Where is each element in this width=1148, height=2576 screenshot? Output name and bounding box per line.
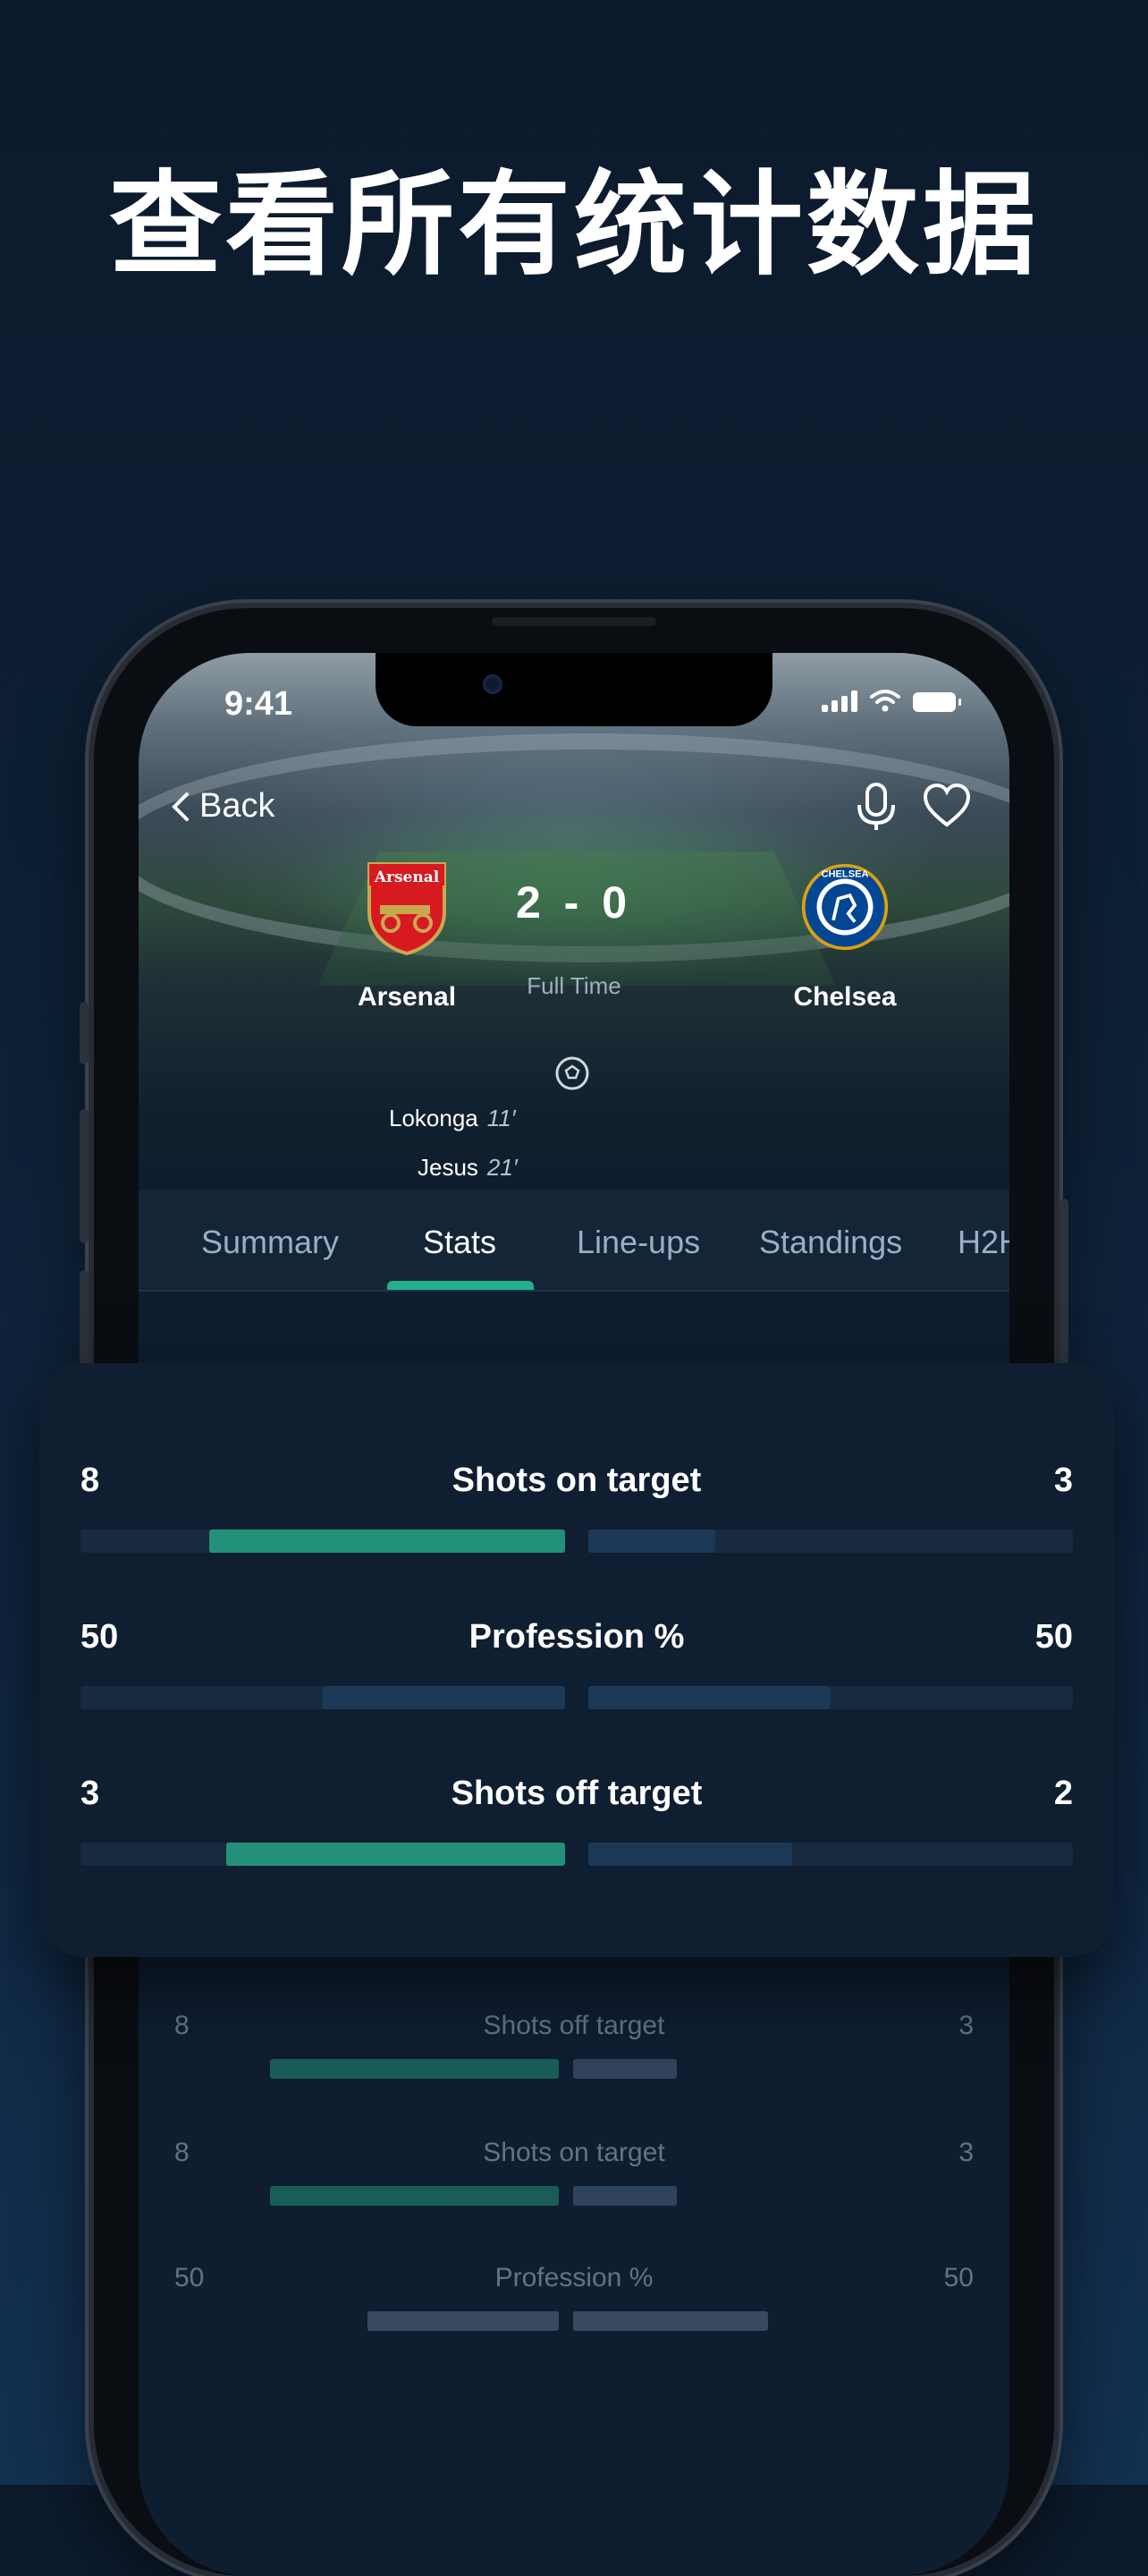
stat-label: Profession %: [468, 1618, 685, 1656]
tab-summary[interactable]: Summary: [201, 1224, 339, 1261]
stat-row: 50 Profession % 50: [80, 1618, 1073, 1743]
away-stat-bar: [573, 2059, 677, 2079]
tab-h2h[interactable]: H2H: [958, 1224, 1009, 1261]
away-crest-text: CHELSEA: [821, 869, 868, 880]
microphone-icon[interactable]: [854, 782, 899, 832]
match-status: Full Time: [527, 972, 621, 999]
battery-icon: [913, 692, 961, 712]
away-stat-bar: [588, 1686, 831, 1709]
chelsea-crest-icon: CHELSEA: [801, 863, 889, 951]
goal-scorer: Jesus: [418, 1154, 478, 1181]
top-nav: Back: [139, 783, 1009, 841]
earpiece-speaker: [492, 617, 656, 626]
active-tab-indicator: [387, 1281, 534, 1290]
football-icon: [555, 1056, 589, 1090]
back-button[interactable]: Back: [171, 787, 274, 826]
tab-standings[interactable]: Standings: [759, 1224, 902, 1261]
home-stat-bar: [226, 1843, 565, 1866]
home-stat-bar: [270, 2186, 559, 2206]
stat-label: Profession %: [494, 2263, 654, 2292]
home-team[interactable]: Arsenal Arsenal: [317, 859, 496, 1013]
stat-label: Shots on target: [452, 1462, 702, 1499]
stat-label: Shots off target: [451, 1775, 703, 1812]
stat-away-value: 2: [1053, 1775, 1073, 1812]
stat-away-value: 50: [943, 2263, 974, 2292]
match-score: 2 - 0: [515, 877, 633, 928]
away-team-name: Chelsea: [793, 982, 897, 1012]
back-label: Back: [199, 787, 275, 825]
stat-away-value: 3: [958, 2011, 974, 2040]
stat-row: 3 Shots off target 2: [80, 1775, 1073, 1900]
stats-card: 8 Shots on target 3 50 Profession % 50 3…: [39, 1363, 1114, 1957]
goal-scorer: Lokonga: [389, 1105, 478, 1131]
tab-line-ups[interactable]: Line-ups: [577, 1224, 700, 1261]
goal-event: Lokonga 11′: [389, 1105, 516, 1132]
home-stat-bar: [209, 1530, 565, 1553]
tab-stats[interactable]: Stats: [423, 1224, 496, 1261]
stat-label: Shots on target: [483, 2138, 665, 2167]
home-team-name: Arsenal: [357, 982, 457, 1012]
away-stat-bar: [573, 2311, 768, 2331]
stat-row: 8 Shots on target 3: [80, 1462, 1073, 1587]
stat-label: Shots off target: [483, 2011, 665, 2040]
home-crest-text: Arsenal: [374, 869, 440, 886]
goal-minute: 21′: [486, 1154, 518, 1181]
chevron-left-icon: [172, 792, 189, 821]
away-stat-bar: [588, 1530, 715, 1553]
status-time: 9:41: [224, 685, 293, 723]
stat-away-value: 50: [1034, 1618, 1073, 1656]
wifi-icon: [870, 690, 900, 712]
stat-away-value: 3: [958, 2138, 974, 2167]
away-stat-bar: [573, 2186, 677, 2206]
heart-icon[interactable]: [922, 782, 972, 832]
stat-away-value: 3: [1053, 1462, 1073, 1499]
match-tabs: Summary Stats Line-ups Standings H2H: [139, 1190, 1009, 1292]
away-stat-bar: [588, 1843, 792, 1866]
volume-up-button: [80, 1109, 89, 1243]
goal-event: Jesus 21′: [418, 1154, 518, 1182]
home-stat-bar: [323, 1686, 565, 1709]
goal-minute: 11′: [486, 1105, 516, 1131]
mute-switch: [80, 1002, 89, 1064]
notch: [376, 653, 772, 726]
signal-icon: [822, 691, 857, 712]
front-camera: [483, 674, 502, 694]
away-team[interactable]: CHELSEA Chelsea: [755, 859, 934, 1013]
home-stat-bar: [367, 2311, 559, 2331]
promo-headline: 查看所有统计数据: [109, 159, 1039, 291]
home-stat-bar: [270, 2059, 559, 2079]
arsenal-crest-icon: Arsenal: [367, 862, 446, 956]
